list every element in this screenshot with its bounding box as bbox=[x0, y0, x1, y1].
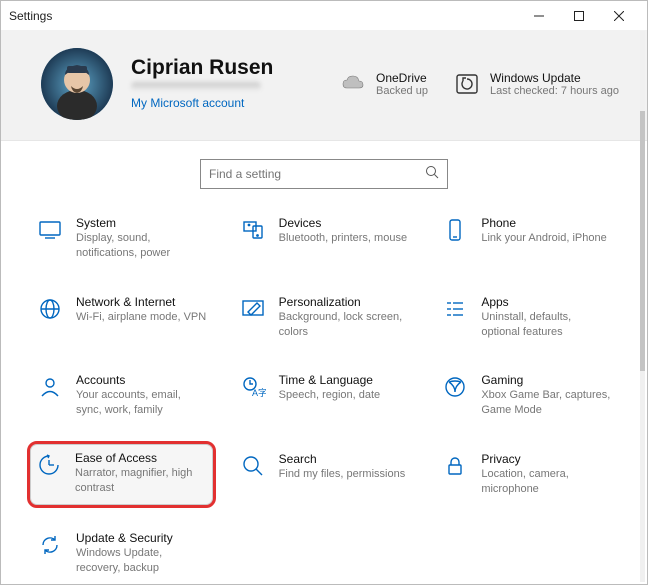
phone-icon bbox=[441, 216, 469, 244]
tile-time[interactable]: A字 Time & LanguageSpeech, region, date bbox=[230, 362, 419, 429]
tile-gaming[interactable]: GamingXbox Game Bar, captures, Game Mode bbox=[432, 362, 621, 429]
onedrive-title: OneDrive bbox=[376, 71, 428, 85]
lock-icon bbox=[441, 452, 469, 480]
settings-window: Settings Ciprian Rusen My Microsoft acco… bbox=[0, 0, 648, 585]
time-language-icon: A字 bbox=[239, 373, 267, 401]
tile-apps[interactable]: AppsUninstall, defaults, optional featur… bbox=[432, 284, 621, 351]
tile-privacy[interactable]: PrivacyLocation, camera, microphone bbox=[432, 441, 621, 508]
scrollbar-thumb[interactable] bbox=[640, 111, 645, 371]
tile-search[interactable]: SearchFind my files, permissions bbox=[230, 441, 419, 508]
update-icon bbox=[454, 71, 480, 97]
search-input[interactable] bbox=[209, 167, 425, 181]
close-button[interactable] bbox=[599, 2, 639, 30]
magnifier-icon bbox=[239, 452, 267, 480]
search-box[interactable] bbox=[200, 159, 448, 189]
pencil-icon bbox=[239, 295, 267, 323]
user-avatar[interactable] bbox=[41, 48, 113, 120]
tile-update-security[interactable]: Update & SecurityWindows Update, recover… bbox=[27, 520, 216, 584]
header-status-group: OneDrive Backed up Windows Update Last c… bbox=[340, 71, 619, 97]
system-icon bbox=[36, 216, 64, 244]
tile-personalization[interactable]: PersonalizationBackground, lock screen, … bbox=[230, 284, 419, 351]
tile-network[interactable]: Network & InternetWi-Fi, airplane mode, … bbox=[27, 284, 216, 351]
minimize-button[interactable] bbox=[519, 2, 559, 30]
settings-grid: SystemDisplay, sound, notifications, pow… bbox=[1, 197, 647, 584]
wu-sub: Last checked: 7 hours ago bbox=[490, 85, 619, 97]
vertical-scrollbar[interactable] bbox=[640, 31, 645, 582]
gaming-icon bbox=[441, 373, 469, 401]
tile-accounts[interactable]: AccountsYour accounts, email, sync, work… bbox=[27, 362, 216, 429]
wu-title: Windows Update bbox=[490, 71, 619, 85]
searchbar bbox=[1, 141, 647, 197]
onedrive-status[interactable]: OneDrive Backed up bbox=[340, 71, 428, 97]
windows-update-status[interactable]: Windows Update Last checked: 7 hours ago bbox=[454, 71, 619, 97]
apps-icon bbox=[441, 295, 469, 323]
search-icon bbox=[425, 165, 439, 184]
tile-devices[interactable]: DevicesBluetooth, printers, mouse bbox=[230, 205, 419, 272]
cloud-icon bbox=[340, 71, 366, 97]
onedrive-sub: Backed up bbox=[376, 85, 428, 97]
header: Ciprian Rusen My Microsoft account OneDr… bbox=[1, 30, 647, 141]
ease-of-access-icon bbox=[35, 451, 63, 479]
svg-text:A字: A字 bbox=[252, 387, 266, 398]
tile-ease-of-access[interactable]: Ease of AccessNarrator, magnifier, high … bbox=[27, 441, 216, 508]
person-icon bbox=[36, 373, 64, 401]
tile-phone[interactable]: PhoneLink your Android, iPhone bbox=[432, 205, 621, 272]
user-name: Ciprian Rusen bbox=[131, 56, 320, 80]
titlebar: Settings bbox=[1, 1, 647, 30]
user-email-redacted bbox=[131, 82, 261, 90]
account-link[interactable]: My Microsoft account bbox=[131, 96, 244, 110]
devices-icon bbox=[239, 216, 267, 244]
globe-icon bbox=[36, 295, 64, 323]
sync-icon bbox=[36, 531, 64, 559]
user-block: Ciprian Rusen My Microsoft account bbox=[131, 56, 320, 112]
maximize-button[interactable] bbox=[559, 2, 599, 30]
window-title: Settings bbox=[9, 9, 519, 23]
tile-system[interactable]: SystemDisplay, sound, notifications, pow… bbox=[27, 205, 216, 272]
